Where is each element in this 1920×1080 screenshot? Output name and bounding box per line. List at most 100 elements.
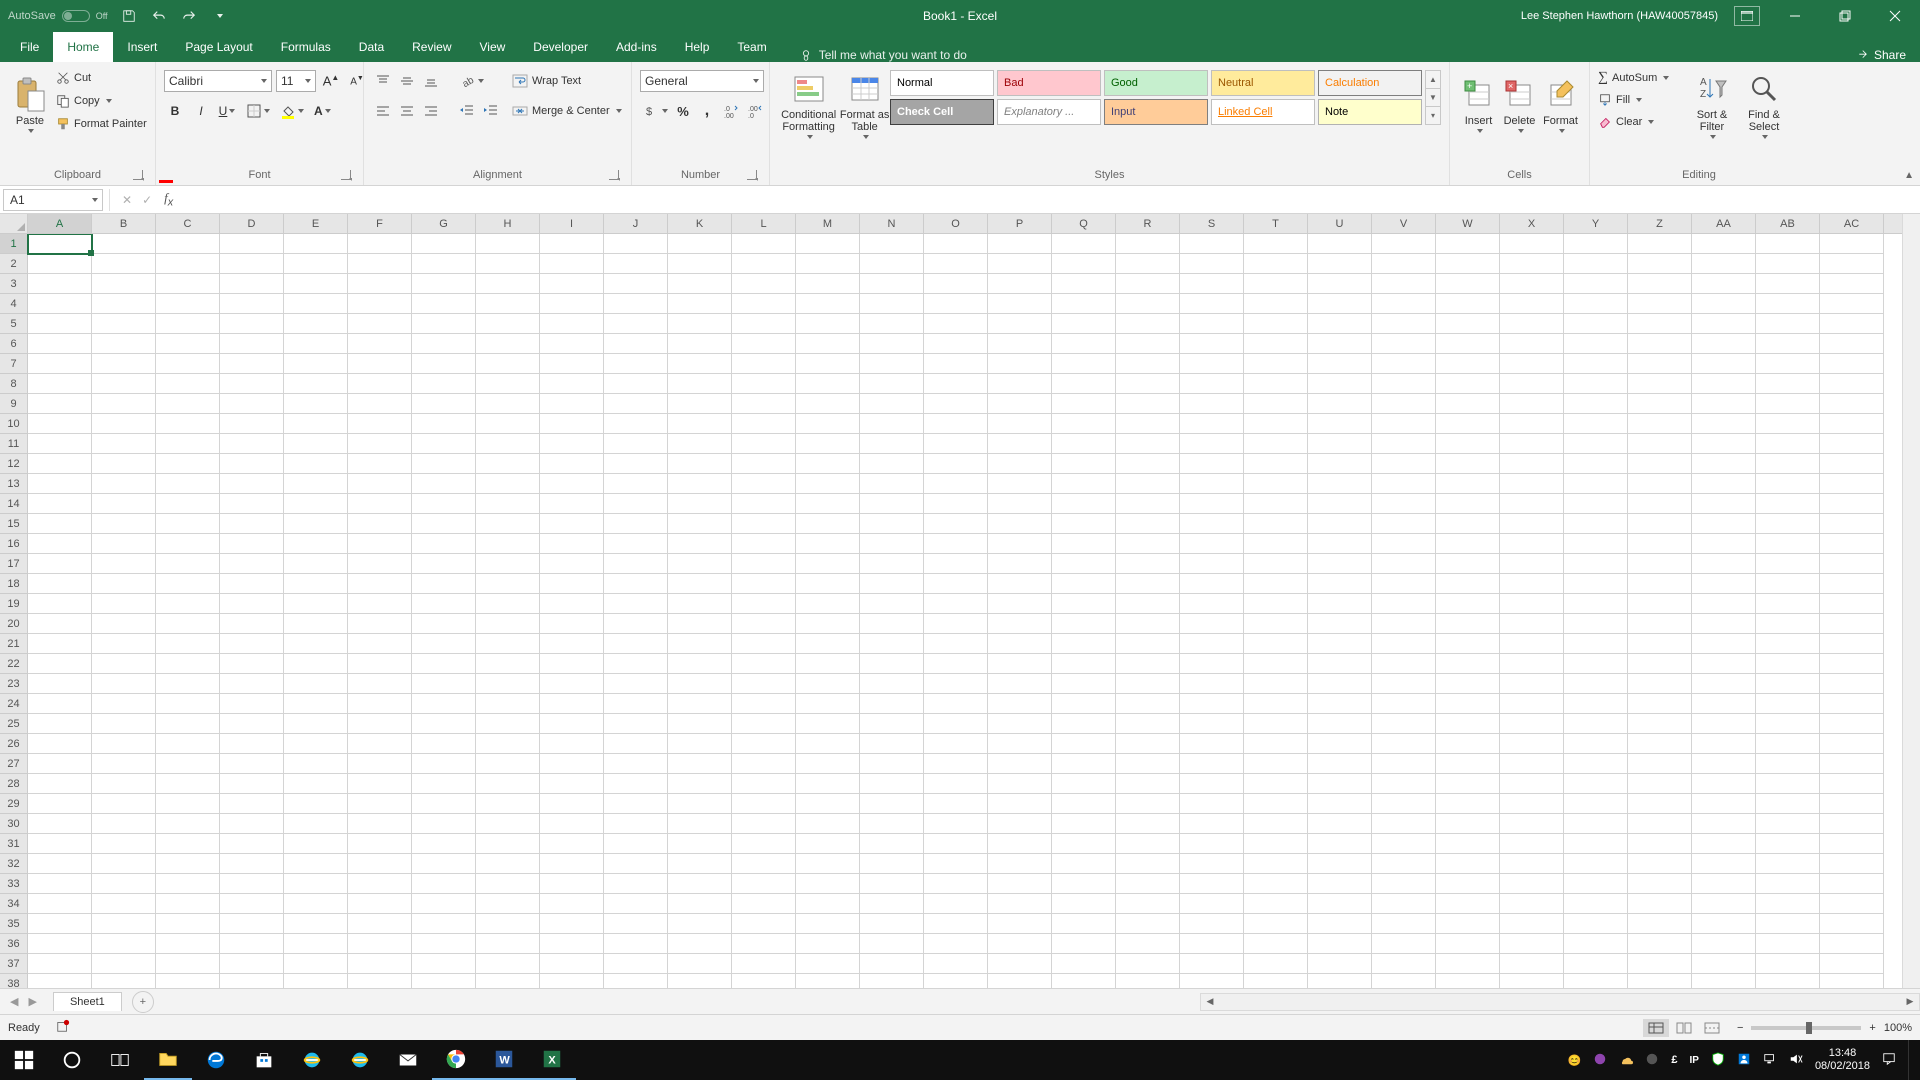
cell[interactable] [284, 654, 348, 674]
cell[interactable] [1116, 594, 1180, 614]
cell[interactable] [988, 394, 1052, 414]
cell[interactable] [1244, 354, 1308, 374]
cell[interactable] [540, 834, 604, 854]
cell[interactable] [860, 794, 924, 814]
cell[interactable] [476, 774, 540, 794]
cell[interactable] [1436, 654, 1500, 674]
cell[interactable] [1372, 614, 1436, 634]
cell[interactable] [1052, 454, 1116, 474]
cell[interactable] [1244, 294, 1308, 314]
cell[interactable] [668, 874, 732, 894]
cell[interactable] [1372, 434, 1436, 454]
sheet-nav-prev-icon[interactable]: ◀ [10, 995, 18, 1008]
cell[interactable] [1756, 754, 1820, 774]
row-header[interactable]: 1 [0, 234, 28, 254]
cell[interactable] [1116, 254, 1180, 274]
cell[interactable] [1308, 734, 1372, 754]
cell[interactable] [668, 254, 732, 274]
cell[interactable] [1308, 614, 1372, 634]
cell[interactable] [1756, 634, 1820, 654]
cell[interactable] [1692, 294, 1756, 314]
cell[interactable] [1820, 814, 1884, 834]
cell[interactable] [1692, 654, 1756, 674]
cell[interactable] [1820, 234, 1884, 254]
cell[interactable] [668, 894, 732, 914]
cell[interactable] [284, 974, 348, 988]
normal-view-icon[interactable] [1643, 1019, 1669, 1037]
cell[interactable] [220, 634, 284, 654]
cell[interactable] [1244, 514, 1308, 534]
cell[interactable] [220, 734, 284, 754]
format-cells-button[interactable]: Format [1540, 66, 1581, 144]
cell[interactable] [1436, 314, 1500, 334]
cell[interactable] [1308, 654, 1372, 674]
cell[interactable] [1564, 874, 1628, 894]
cell[interactable] [28, 974, 92, 988]
cell[interactable] [1692, 874, 1756, 894]
format-painter-button[interactable]: Format Painter [56, 114, 147, 134]
cell[interactable] [604, 974, 668, 988]
cell[interactable] [284, 714, 348, 734]
cell[interactable] [796, 374, 860, 394]
row-header[interactable]: 18 [0, 574, 28, 594]
cell[interactable] [348, 654, 412, 674]
cell[interactable] [732, 754, 796, 774]
cell[interactable] [220, 354, 284, 374]
cell[interactable] [284, 554, 348, 574]
cell[interactable] [1244, 494, 1308, 514]
cell[interactable] [1820, 354, 1884, 374]
cell[interactable] [796, 394, 860, 414]
cell[interactable] [860, 534, 924, 554]
cell[interactable] [1244, 874, 1308, 894]
cell[interactable] [924, 414, 988, 434]
row-header[interactable]: 2 [0, 254, 28, 274]
row-header[interactable]: 20 [0, 614, 28, 634]
cell[interactable] [796, 894, 860, 914]
cell[interactable] [1116, 274, 1180, 294]
cell[interactable] [28, 534, 92, 554]
cell[interactable] [1820, 414, 1884, 434]
cell[interactable] [860, 234, 924, 254]
column-header[interactable]: Y [1564, 214, 1628, 233]
cell[interactable] [28, 794, 92, 814]
cell[interactable] [1628, 274, 1692, 294]
cell[interactable] [156, 334, 220, 354]
cell[interactable] [924, 254, 988, 274]
cell[interactable] [860, 614, 924, 634]
cell[interactable] [1372, 374, 1436, 394]
cell[interactable] [1628, 294, 1692, 314]
cell[interactable] [1564, 794, 1628, 814]
cell[interactable] [92, 974, 156, 988]
cell[interactable] [1628, 314, 1692, 334]
cell[interactable] [1628, 394, 1692, 414]
cell[interactable] [1180, 754, 1244, 774]
cell[interactable] [92, 814, 156, 834]
cell[interactable] [1180, 314, 1244, 334]
cell[interactable] [860, 314, 924, 334]
cell[interactable] [1692, 734, 1756, 754]
cell[interactable] [604, 394, 668, 414]
cell[interactable] [988, 374, 1052, 394]
cell[interactable] [476, 314, 540, 334]
cell[interactable] [1500, 854, 1564, 874]
cell[interactable] [476, 654, 540, 674]
cell[interactable] [284, 574, 348, 594]
cell[interactable] [988, 554, 1052, 574]
cell[interactable] [1180, 354, 1244, 374]
cell[interactable] [540, 714, 604, 734]
cell[interactable] [476, 414, 540, 434]
cell[interactable] [604, 894, 668, 914]
cell[interactable] [732, 934, 796, 954]
cell[interactable] [1692, 474, 1756, 494]
cell[interactable] [988, 894, 1052, 914]
cell[interactable] [1116, 694, 1180, 714]
cell[interactable] [412, 814, 476, 834]
column-header[interactable]: V [1372, 214, 1436, 233]
cell[interactable] [28, 314, 92, 334]
cell[interactable] [92, 534, 156, 554]
cell[interactable] [220, 494, 284, 514]
tell-me-search[interactable]: Tell me what you want to do [799, 48, 967, 62]
cell[interactable] [1436, 614, 1500, 634]
cell[interactable] [1116, 454, 1180, 474]
cell[interactable] [540, 794, 604, 814]
